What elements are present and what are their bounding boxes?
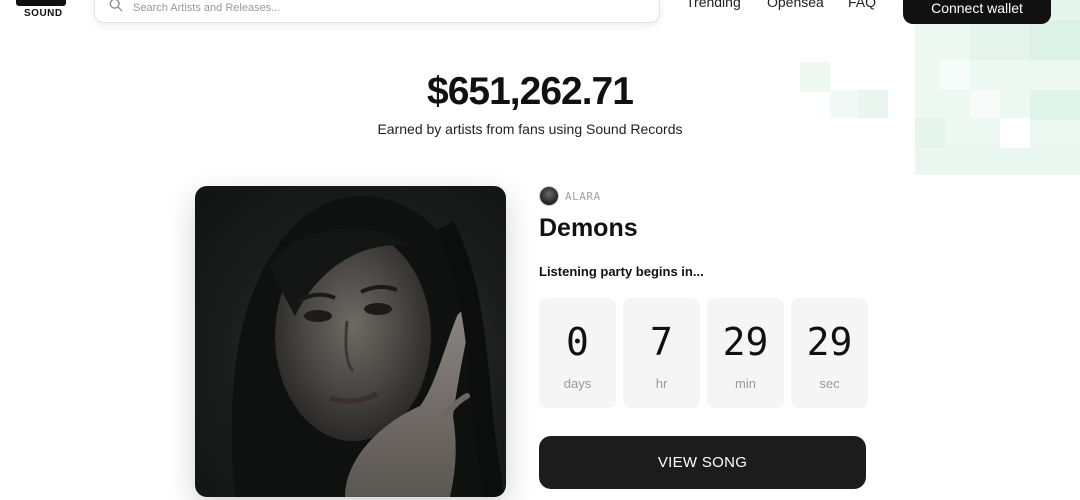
search-bar[interactable] xyxy=(94,0,660,23)
nav-faq[interactable]: FAQ xyxy=(848,0,876,10)
nav-opensea[interactable]: Opensea xyxy=(767,0,824,10)
countdown-seconds-value: 29 xyxy=(806,320,853,364)
countdown-days: 0 days xyxy=(539,298,616,408)
search-input[interactable] xyxy=(133,1,613,14)
countdown-timer: 0 days 7 hr 29 min 29 sec xyxy=(539,298,868,408)
countdown-days-value: 0 xyxy=(566,320,589,364)
countdown-seconds: 29 sec xyxy=(791,298,868,408)
view-song-button[interactable]: VIEW SONG xyxy=(539,436,866,489)
release-cover-image[interactable] xyxy=(195,186,506,497)
countdown-minutes-unit: min xyxy=(735,376,756,391)
release-title: Demons xyxy=(539,214,638,242)
listening-party-label: Listening party begins in... xyxy=(539,264,704,279)
total-earned-amount: $651,262.71 xyxy=(427,70,634,113)
countdown-minutes: 29 min xyxy=(707,298,784,408)
logo-mark xyxy=(16,0,66,6)
countdown-minutes-value: 29 xyxy=(722,320,769,364)
connect-wallet-button[interactable]: Connect wallet xyxy=(903,0,1051,24)
search-icon xyxy=(109,0,123,17)
artist-link[interactable]: ALARA xyxy=(539,186,601,206)
hero-subtitle: Earned by artists from fans using Sound … xyxy=(377,121,683,137)
countdown-days-unit: days xyxy=(563,376,592,391)
artist-avatar xyxy=(539,186,559,206)
logo-wordmark: SOUND xyxy=(24,8,63,19)
countdown-hours-unit: hr xyxy=(655,376,668,391)
artist-name: ALARA xyxy=(565,189,601,203)
nav-trending[interactable]: Trending xyxy=(686,0,741,10)
countdown-seconds-unit: sec xyxy=(819,376,840,391)
sound-logo[interactable]: SOUND xyxy=(10,0,72,22)
countdown-hours-value: 7 xyxy=(650,320,673,364)
countdown-hours: 7 hr xyxy=(623,298,700,408)
